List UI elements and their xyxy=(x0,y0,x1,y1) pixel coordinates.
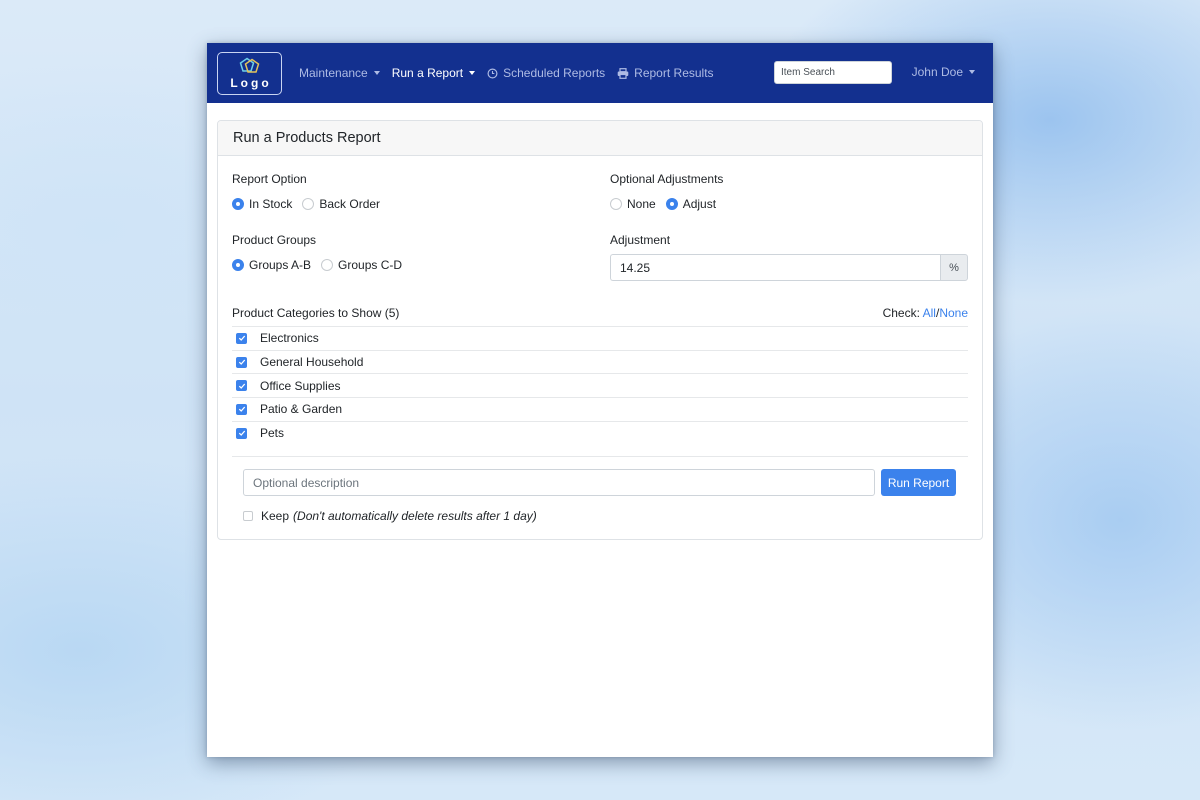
keep-note: (Don't automatically delete results afte… xyxy=(293,509,537,523)
report-card: Run a Products Report Report Option In S… xyxy=(217,120,983,540)
report-option-group: In Stock Back Order xyxy=(232,197,390,211)
divider xyxy=(232,456,968,457)
radio-in-stock[interactable]: In Stock xyxy=(232,197,292,211)
categories-label: Product Categories to Show (5) xyxy=(232,306,400,320)
page-title: Run a Products Report xyxy=(233,130,381,146)
user-name: John Doe xyxy=(911,65,963,79)
caret-down-icon xyxy=(469,71,476,75)
adjustment-input-group: % xyxy=(610,254,968,281)
radio-groups-a-b[interactable]: Groups A-B xyxy=(232,258,311,272)
check-links: Check: All/None xyxy=(883,306,968,320)
checkbox-checked-icon[interactable] xyxy=(236,356,247,368)
radio-back-order-label: Back Order xyxy=(319,197,381,211)
user-menu[interactable]: John Doe xyxy=(912,65,975,79)
nav-menu: Maintenance Run a Report Scheduled Repor… xyxy=(299,66,726,80)
caret-down-icon xyxy=(969,70,975,74)
adjustment-input[interactable] xyxy=(610,254,940,281)
checkbox-checked-icon[interactable] xyxy=(236,403,247,415)
radio-unselected-icon[interactable] xyxy=(610,198,622,210)
nav-maintenance-label: Maintenance xyxy=(299,66,368,80)
logo-text: Logo xyxy=(230,75,272,90)
run-report-button[interactable]: Run Report xyxy=(881,469,956,496)
app-window: Logo Maintenance Run a Report Scheduled … xyxy=(207,43,993,757)
category-label: Electronics xyxy=(260,331,319,346)
product-groups-label: Product Groups xyxy=(232,233,317,247)
radio-groups-c-d[interactable]: Groups C-D xyxy=(321,258,402,272)
nav-maintenance[interactable]: Maintenance xyxy=(299,66,380,80)
radio-groups-c-d-label: Groups C-D xyxy=(338,258,403,272)
radio-none[interactable]: None xyxy=(610,197,656,211)
item-search-input[interactable] xyxy=(774,61,892,84)
radio-in-stock-label: In Stock xyxy=(249,197,293,211)
category-list: Electronics General Household Office Sup… xyxy=(232,326,968,444)
nav-run-a-report-label: Run a Report xyxy=(391,66,464,80)
checkbox-checked-icon[interactable] xyxy=(236,427,247,439)
navbar: Logo Maintenance Run a Report Scheduled … xyxy=(207,43,993,103)
check-none-link[interactable]: None xyxy=(939,306,968,320)
radio-adjust-label: Adjust xyxy=(682,197,717,211)
keep-label: Keep xyxy=(261,509,290,523)
radio-selected-icon[interactable] xyxy=(232,259,244,271)
logo[interactable]: Logo xyxy=(217,51,282,95)
radio-unselected-icon[interactable] xyxy=(321,259,334,271)
pentagon-logo-icon xyxy=(239,57,259,73)
nav-scheduled-reports[interactable]: Scheduled Reports xyxy=(487,66,605,80)
category-label: General Household xyxy=(260,355,364,370)
nav-run-a-report[interactable]: Run a Report xyxy=(391,66,476,80)
category-label: Pets xyxy=(260,426,285,441)
nav-scheduled-reports-label: Scheduled Reports xyxy=(503,66,606,80)
radio-unselected-icon[interactable] xyxy=(302,198,315,210)
optional-adjustments-label: Optional Adjustments xyxy=(610,172,724,186)
radio-selected-icon[interactable] xyxy=(232,198,244,210)
radio-groups-a-b-label: Groups A-B xyxy=(249,258,312,272)
percent-addon: % xyxy=(940,254,968,281)
printer-icon xyxy=(617,67,629,79)
category-item-office-supplies[interactable]: Office Supplies xyxy=(232,373,968,397)
check-label: Check: xyxy=(882,306,920,320)
clock-icon xyxy=(487,68,498,78)
category-label: Office Supplies xyxy=(260,378,341,393)
caret-down-icon xyxy=(373,71,380,75)
checkbox-checked-icon[interactable] xyxy=(236,332,247,344)
radio-none-label: None xyxy=(627,197,656,211)
radio-back-order[interactable]: Back Order xyxy=(302,197,380,211)
card-header: Run a Products Report xyxy=(218,121,982,156)
nav-report-results[interactable]: Report Results xyxy=(617,66,714,80)
category-label: Patio & Garden xyxy=(260,402,343,417)
radio-selected-icon[interactable] xyxy=(665,198,678,210)
product-groups-group: Groups A-B Groups C-D xyxy=(232,258,412,272)
checkbox-checked-icon[interactable] xyxy=(236,380,247,392)
optional-adjustments-group: None Adjust xyxy=(610,197,726,211)
category-item-electronics[interactable]: Electronics xyxy=(232,326,968,350)
report-option-label: Report Option xyxy=(232,172,307,186)
radio-adjust[interactable]: Adjust xyxy=(665,197,717,211)
description-input[interactable] xyxy=(243,469,875,496)
keep-option[interactable]: Keep (Don't automatically delete results… xyxy=(243,509,537,523)
category-item-patio-garden[interactable]: Patio & Garden xyxy=(232,397,968,421)
nav-report-results-label: Report Results xyxy=(634,66,714,80)
category-item-general-household[interactable]: General Household xyxy=(232,349,968,374)
check-all-link[interactable]: All xyxy=(923,306,936,320)
category-item-pets[interactable]: Pets xyxy=(232,420,968,445)
keep-checkbox[interactable] xyxy=(243,511,253,521)
adjustment-label: Adjustment xyxy=(610,233,671,247)
